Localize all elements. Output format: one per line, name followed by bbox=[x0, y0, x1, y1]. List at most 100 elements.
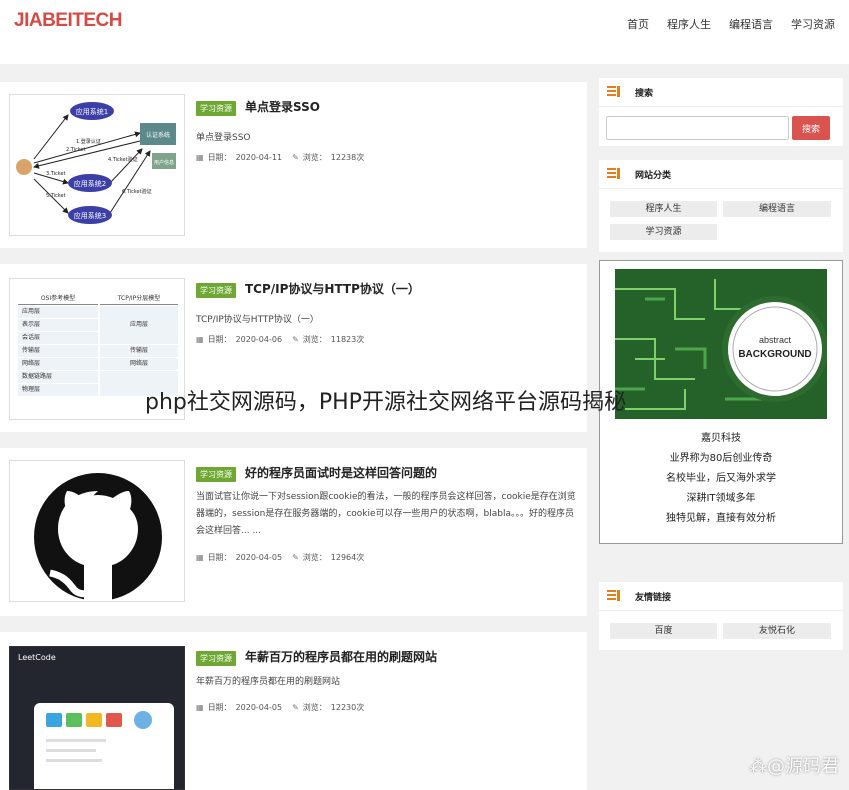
post-date: 2020-04-06 bbox=[235, 335, 283, 344]
post-excerpt: 当面试官让你说一下对session跟cookie的看法，一般的程序员会这样回答，… bbox=[196, 492, 576, 536]
post-excerpt: 单点登录SSO bbox=[196, 133, 251, 143]
tile-blue bbox=[46, 713, 62, 727]
user-icon bbox=[16, 159, 32, 175]
link-youyue[interactable]: 友悦石化 bbox=[723, 623, 831, 639]
post-views: 12964次 bbox=[330, 553, 365, 562]
osi-header: OSI参考模型 bbox=[18, 293, 98, 305]
date-label: 日期： bbox=[207, 553, 232, 562]
list-icon bbox=[607, 86, 620, 97]
post-meta: ▦ 日期： 2020-04-06 ✎ 浏览： 11823次 bbox=[196, 334, 364, 345]
node-label: 应用系统2 bbox=[74, 179, 106, 188]
arrow-label: 5.Ticket bbox=[46, 193, 66, 199]
post-title[interactable]: 年薪百万的程序员都在用的刷题网站 bbox=[245, 648, 437, 665]
pie-illustration bbox=[134, 711, 152, 729]
category-programmer-life[interactable]: 程序人生 bbox=[610, 201, 717, 217]
line-placeholder bbox=[46, 749, 96, 752]
post-date: 2020-04-11 bbox=[235, 153, 283, 162]
nav-programming-language[interactable]: 编程语言 bbox=[729, 16, 773, 32]
site-header: JIABEITECH 首页 程序人生 编程语言 学习资源 bbox=[0, 0, 849, 64]
post-meta: ▦ 日期： 2020-04-11 ✎ 浏览： 12238次 bbox=[196, 152, 364, 163]
nav-programmer-life[interactable]: 程序人生 bbox=[667, 16, 711, 32]
list-icon bbox=[607, 168, 620, 179]
github-logo-icon bbox=[34, 473, 162, 601]
widget-title: 搜索 bbox=[635, 89, 654, 99]
pen-icon: ✎ bbox=[292, 153, 299, 162]
friend-links-widget: 友情链接 百度 友悦石化 bbox=[599, 582, 843, 650]
post-tag[interactable]: 学习资源 bbox=[196, 101, 236, 116]
node-label: 应用系统3 bbox=[74, 211, 106, 220]
ad-image-text: abstract bbox=[759, 335, 792, 345]
post-title[interactable]: 好的程序员面试时是这样回答问题的 bbox=[245, 464, 437, 481]
post-excerpt: TCP/IP协议与HTTP协议（一） bbox=[196, 315, 319, 325]
calendar-icon: ▦ bbox=[196, 335, 204, 344]
post-thumbnail[interactable] bbox=[9, 460, 185, 602]
post-title[interactable]: TCP/IP协议与HTTP协议（一） bbox=[245, 280, 420, 297]
post-meta: ▦ 日期： 2020-04-05 ✎ 浏览： 12964次 bbox=[196, 552, 364, 563]
views-label: 浏览： bbox=[302, 553, 327, 562]
osi-row: 应用层 bbox=[18, 306, 98, 318]
pen-icon: ✎ bbox=[292, 553, 299, 562]
arrow-label: 2.Ticket bbox=[66, 147, 86, 153]
post-views: 12230次 bbox=[330, 703, 365, 712]
search-button[interactable]: 搜索 bbox=[792, 116, 830, 140]
tcpip-header: TCP/IP分层模型 bbox=[100, 293, 178, 305]
nav-learning-resources[interactable]: 学习资源 bbox=[791, 16, 835, 32]
post-tag[interactable]: 学习资源 bbox=[196, 651, 236, 666]
osi-row: 会话层 bbox=[18, 332, 98, 344]
ad-line: 名校毕业，后又海外求学 bbox=[666, 473, 776, 484]
calendar-icon: ▦ bbox=[196, 703, 204, 712]
arrow-label: 6.Ticket验证 bbox=[122, 188, 152, 195]
post-tag[interactable]: 学习资源 bbox=[196, 283, 236, 298]
osi-row: 网络层 bbox=[18, 358, 98, 370]
arrow-label: 1.登录认证 bbox=[76, 138, 101, 145]
calendar-icon: ▦ bbox=[196, 553, 204, 562]
company-ad-widget[interactable]: abstract BACKGROUND 嘉贝科技 业界称为80后创业传奇 名校毕… bbox=[599, 260, 843, 544]
post-card-interview: 学习资源 好的程序员面试时是这样回答问题的 当面试官让你说一下对session跟… bbox=[0, 448, 587, 616]
line-placeholder bbox=[46, 759, 102, 762]
post-thumbnail[interactable]: 应用系统1 认证系统 用户信息 应用系统2 应用系统3 1.登录认证 2.Tic… bbox=[9, 94, 185, 236]
category-programming-language[interactable]: 编程语言 bbox=[723, 201, 831, 217]
widget-header: 网站分类 bbox=[599, 160, 843, 189]
pen-icon: ✎ bbox=[292, 335, 299, 344]
main-nav: 首页 程序人生 编程语言 学习资源 bbox=[627, 16, 835, 32]
watermark: ⁂@源码君 bbox=[749, 756, 839, 777]
circuit-board-illustration: abstract BACKGROUND bbox=[615, 269, 827, 419]
post-meta: ▦ 日期： 2020-04-05 ✎ 浏览： 12230次 bbox=[196, 702, 364, 713]
osi-row: 传输层 bbox=[18, 345, 98, 357]
category-learning-resources[interactable]: 学习资源 bbox=[610, 224, 717, 240]
date-label: 日期： bbox=[207, 153, 232, 162]
nav-home[interactable]: 首页 bbox=[627, 16, 649, 32]
post-tag[interactable]: 学习资源 bbox=[196, 467, 236, 482]
tcpip-row: 网络层 bbox=[100, 358, 178, 370]
pen-icon: ✎ bbox=[292, 703, 299, 712]
widget-header: 友情链接 bbox=[599, 582, 843, 611]
post-thumbnail[interactable]: LeetCode bbox=[9, 646, 185, 790]
post-views: 12238次 bbox=[330, 153, 365, 162]
arrow-label: 3.Ticket bbox=[46, 171, 66, 177]
dashboard-card-illustration bbox=[34, 703, 174, 789]
overlay-caption: php社交网源码，PHP开源社交网络平台源码揭秘 bbox=[145, 390, 626, 415]
ad-text: 嘉贝科技 业界称为80后创业传奇 名校毕业，后又海外求学 深耕IT领域多年 独特… bbox=[600, 429, 842, 529]
site-logo[interactable]: JIABEITECH bbox=[14, 10, 122, 32]
search-input[interactable] bbox=[606, 116, 789, 140]
arrow-label: 4.Ticket验证 bbox=[108, 156, 138, 163]
line-placeholder bbox=[46, 739, 106, 742]
post-title[interactable]: 单点登录SSO bbox=[245, 98, 320, 115]
widget-title: 友情链接 bbox=[635, 593, 672, 603]
date-label: 日期： bbox=[207, 335, 232, 344]
ad-line: 深耕IT领域多年 bbox=[686, 493, 756, 504]
ad-line: 业界称为80后创业传奇 bbox=[669, 453, 773, 464]
node-label: 用户信息 bbox=[154, 159, 174, 166]
widget-title: 网站分类 bbox=[635, 171, 672, 181]
link-baidu[interactable]: 百度 bbox=[610, 623, 717, 639]
tile-green bbox=[66, 713, 82, 727]
sso-diagram: 应用系统1 认证系统 用户信息 应用系统2 应用系统3 1.登录认证 2.Tic… bbox=[16, 102, 176, 224]
osi-row: 数据链路层 bbox=[18, 371, 98, 383]
osi-column: OSI参考模型 应用层 表示层 会话层 传输层 网络层 数据链路层 物理层 bbox=[18, 293, 98, 396]
ad-line: 嘉贝科技 bbox=[701, 433, 741, 444]
node-label: 认证系统 bbox=[146, 131, 170, 139]
views-label: 浏览： bbox=[302, 335, 327, 344]
post-date: 2020-04-05 bbox=[235, 553, 283, 562]
leetcode-brand: LeetCode bbox=[18, 653, 56, 662]
tcpip-row: 应用层 bbox=[100, 306, 178, 344]
